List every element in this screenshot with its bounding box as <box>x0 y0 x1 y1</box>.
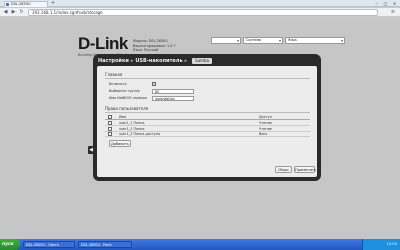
enable-checkbox[interactable]: ✓ <box>152 81 156 86</box>
row-access: Чтение <box>259 121 272 125</box>
row-name: user1_3 Папка доступа <box>119 132 161 136</box>
netbios-field[interactable]: workstation <box>152 95 194 101</box>
row-checkbox[interactable] <box>108 126 112 131</box>
router-web-page: D-Link Building Networks for People Моде… <box>0 18 400 239</box>
netbios-label: Имя NetBIOS сервера <box>109 96 147 100</box>
system-tray-clock: 12:00 <box>362 239 400 250</box>
header-selects: Система Язык <box>211 37 345 44</box>
taskbar: пуск DSL-2650U - Opera DSL-2650U - Paint… <box>0 239 400 250</box>
table-row[interactable]: user1_3 Папка доступа Весь <box>105 132 310 137</box>
table-row[interactable]: user1_1 Папка Чтение <box>105 121 310 126</box>
language-select[interactable]: Язык <box>285 37 345 44</box>
window-controls: – □ ✕ <box>373 1 398 6</box>
browser-tab[interactable]: DSL-2650U <box>4 1 48 7</box>
taskbar-item-browser[interactable]: DSL-2650U - Opera <box>23 241 75 248</box>
breadcrumb-separator-icon: ▸ <box>184 58 188 64</box>
row-access: Весь <box>259 132 268 136</box>
column-name: Имя <box>119 115 127 119</box>
menu-icon[interactable]: ≡ <box>389 9 397 16</box>
maximize-button[interactable]: □ <box>382 1 389 6</box>
breadcrumb-usb[interactable]: USB-накопитель <box>135 58 182 64</box>
divider <box>105 112 310 113</box>
close-window-button[interactable]: ✕ <box>391 1 398 6</box>
arrow-left-icon[interactable]: ◀ <box>2 9 9 16</box>
tab-samba[interactable]: Samba <box>192 58 213 64</box>
minimize-button[interactable]: – <box>373 1 380 6</box>
page-favicon-icon <box>6 3 9 6</box>
tab-title: DSL-2650U <box>11 2 31 6</box>
panel-content: Главная Включить ✓ Выберите группу 80 Им… <box>97 66 317 177</box>
row-name: user1_1 Папка <box>119 121 145 125</box>
clear-button[interactable]: Сброс <box>275 166 292 173</box>
apply-button[interactable]: Применить <box>294 166 316 173</box>
taskbar-item-paint[interactable]: DSL-2650U - Paint <box>78 241 132 248</box>
browser-tab-bar: DSL-2650U + – □ ✕ <box>0 0 400 7</box>
quick-select[interactable] <box>211 37 241 44</box>
reload-icon[interactable]: ↻ <box>18 9 25 16</box>
breadcrumb-settings[interactable]: Настройки <box>98 58 129 64</box>
interface-language: Язык: Русский <box>133 48 159 53</box>
arrow-right-icon[interactable]: ▶ <box>10 9 17 16</box>
browser-nav-bar: ◀ ▶ ↻ 192.168.1.1/index.cgi#usb/storage … <box>0 8 400 17</box>
workgroup-label: Выберите группу <box>109 89 141 93</box>
column-access: Доступ <box>259 115 272 119</box>
settings-panel: Настройки ▸ USB-накопитель ▸ Samba Главная В… <box>93 54 321 181</box>
row-name: user1_2 Папка <box>119 126 145 131</box>
users-table-header: Имя Доступ <box>105 115 310 120</box>
row-access: Чтение <box>259 126 272 131</box>
breadcrumb-separator-icon: ▸ <box>130 58 134 64</box>
device-info: Модель: DSL-2650U Версия прошивки: 1.0.7… <box>133 39 176 53</box>
select-all-checkbox[interactable] <box>108 115 112 120</box>
row-checkbox[interactable] <box>108 132 112 137</box>
add-button[interactable]: Добавить <box>109 140 131 147</box>
table-row[interactable]: user1_2 Папка Чтение <box>105 127 310 132</box>
workgroup-field[interactable]: 80 <box>152 88 194 94</box>
system-select[interactable]: Система <box>243 37 283 44</box>
row-checkbox[interactable] <box>108 121 112 126</box>
divider <box>105 78 310 79</box>
enable-label: Включить <box>109 82 127 86</box>
general-section-title: Главная <box>105 72 123 77</box>
breadcrumb: Настройки ▸ USB-накопитель ▸ Samba <box>98 58 213 64</box>
rights-section-title: Права пользователя <box>105 106 149 111</box>
address-bar[interactable]: 192.168.1.1/index.cgi#usb/storage <box>28 9 378 16</box>
new-tab-button[interactable]: + <box>50 1 56 6</box>
start-button[interactable]: пуск <box>0 239 20 250</box>
